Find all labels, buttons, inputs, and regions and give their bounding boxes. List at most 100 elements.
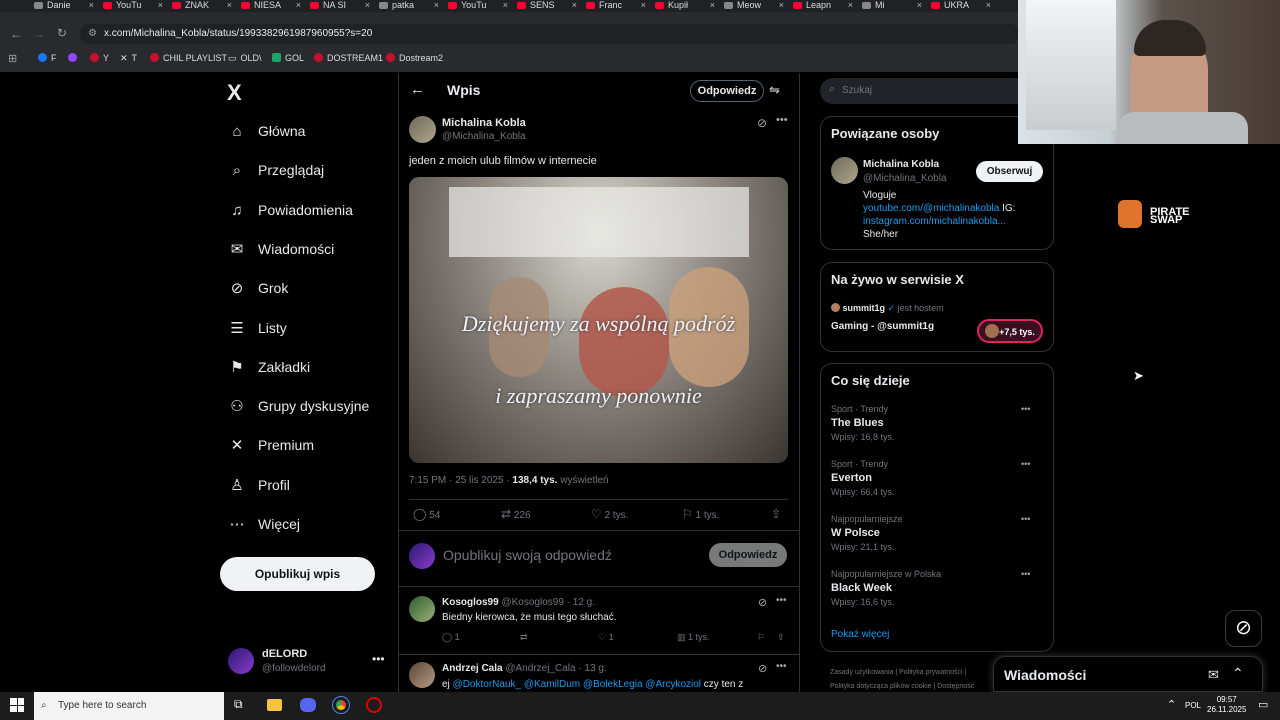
nav-item-search[interactable]: ⌕ Przeglądaj xyxy=(228,158,324,182)
bookmark-f[interactable]: F xyxy=(38,53,57,63)
close-tab-icon[interactable]: × xyxy=(779,0,784,11)
live-card[interactable]: Na żywo w serwisie X summit1g ✓ jest hos… xyxy=(820,262,1054,352)
site-info-icon[interactable]: ⚙ xyxy=(88,24,97,44)
trend-item[interactable]: Najpopularniejsze w Polska Black Week Wpis… xyxy=(831,569,1045,615)
forward-icon[interactable]: → xyxy=(33,27,45,41)
author-avatar[interactable] xyxy=(409,116,436,143)
author-handle[interactable]: @Michalina_Kobla xyxy=(442,131,526,142)
close-tab-icon[interactable]: × xyxy=(158,0,163,11)
more-icon[interactable]: ••• xyxy=(776,114,788,126)
close-tab-icon[interactable]: × xyxy=(917,0,922,11)
related-name[interactable]: Michalina Kobla xyxy=(863,159,939,170)
nav-item-grok[interactable]: ⊘ Grok xyxy=(228,276,289,300)
grok-float-button[interactable]: ⊘ xyxy=(1225,610,1262,647)
language-indicator[interactable]: POL xyxy=(1185,701,1201,710)
browser-tab[interactable]: patka × xyxy=(379,0,439,12)
chrome-icon[interactable] xyxy=(332,696,350,714)
close-tab-icon[interactable]: × xyxy=(503,0,508,11)
nav-item-bell[interactable]: ♫ Powiadomienia xyxy=(228,198,353,222)
back-arrow-icon[interactable]: ← xyxy=(410,81,425,98)
messages-dock[interactable]: Wiadomości ✉ ⌃ xyxy=(993,656,1263,692)
close-tab-icon[interactable]: × xyxy=(434,0,439,11)
close-tab-icon[interactable]: × xyxy=(89,0,94,11)
show-more-link[interactable]: Pokaż więcej xyxy=(831,629,889,640)
reply-author[interactable]: Andrzej Cala xyxy=(442,663,503,674)
bio-link[interactable]: youtube.com/@michalinakobla xyxy=(863,203,999,214)
discord-icon[interactable] xyxy=(300,698,316,712)
close-tab-icon[interactable]: × xyxy=(227,0,232,11)
nav-item-people[interactable]: ⚇ Grupy dyskusyjne xyxy=(228,394,369,418)
bio-link[interactable]: instagram.com/michalinakobla... xyxy=(863,215,1053,228)
post-button[interactable]: Opublikuj wpis xyxy=(220,557,375,591)
reply-avatar[interactable] xyxy=(409,662,435,688)
share-icon[interactable]: ⇪ xyxy=(777,632,785,643)
reply-input[interactable]: Opublikuj swoją odpowiedź xyxy=(443,547,612,563)
browser-tab[interactable]: Mi × xyxy=(862,0,922,12)
repost-action[interactable]: ⇄ xyxy=(520,632,528,643)
more-icon[interactable]: ••• xyxy=(1021,514,1030,524)
bookmark-y[interactable]: Y xyxy=(90,53,109,63)
more-icon[interactable]: ••• xyxy=(372,652,385,666)
browser-tab[interactable]: Leapn × xyxy=(793,0,853,12)
more-icon[interactable]: ••• xyxy=(776,595,787,606)
bookmark-old[interactable]: ▭ OLD\ xyxy=(228,53,262,64)
reply-action[interactable]: ◯ 1 xyxy=(442,632,460,643)
task-view-icon[interactable]: ⧉ xyxy=(234,697,243,712)
close-tab-icon[interactable]: × xyxy=(986,0,991,11)
nav-item-bookmark[interactable]: ⚑ Zakładki xyxy=(228,355,310,379)
follow-button[interactable]: Obserwuj xyxy=(976,161,1043,182)
browser-tab[interactable]: NA SI × xyxy=(310,0,370,12)
browser-tab[interactable]: YouTu × xyxy=(103,0,163,12)
reply-action[interactable]: ◯ 54 xyxy=(413,507,440,521)
browser-tab[interactable]: NIESA × xyxy=(241,0,301,12)
close-tab-icon[interactable]: × xyxy=(710,0,715,11)
reply-submit-button[interactable]: Odpowiedz xyxy=(709,543,787,567)
listeners-badge[interactable]: +7,5 tys. xyxy=(977,319,1043,343)
like-action[interactable]: ♡ 1 xyxy=(598,632,614,643)
more-icon[interactable]: ••• xyxy=(1021,569,1030,579)
trend-item[interactable]: Sport · Trendy The Blues Wpisy: 16,8 tys. •… xyxy=(831,404,1045,450)
close-tab-icon[interactable]: × xyxy=(365,0,370,11)
bookmark-chil[interactable]: CHIL PLAYLIST xyxy=(150,53,227,63)
bookmark-twitch[interactable] xyxy=(68,53,81,63)
reply-author[interactable]: Kosoglos99 xyxy=(442,597,499,608)
nav-item-mail[interactable]: ✉ Wiadomości xyxy=(228,237,335,261)
clock[interactable]: 09:57 26.11.2025 xyxy=(1207,695,1246,715)
more-icon[interactable]: ••• xyxy=(1021,459,1030,469)
post-timestamp[interactable]: 7:15 PM · 25 lis 2025 · xyxy=(409,475,512,486)
notification-icon[interactable]: ▭ xyxy=(1258,698,1268,711)
bookmark-icon[interactable]: ⚐ xyxy=(757,632,765,643)
expand-icon[interactable]: ⌃ xyxy=(1232,665,1244,682)
apps-icon[interactable]: ⊞ xyxy=(8,52,17,65)
close-tab-icon[interactable]: × xyxy=(848,0,853,11)
reply-top-button[interactable]: Odpowiedz xyxy=(690,80,764,102)
browser-tab[interactable]: SENS × xyxy=(517,0,577,12)
browser-tab[interactable]: Franc × xyxy=(586,0,646,12)
browser-tab[interactable]: YouTu × xyxy=(448,0,508,12)
grok-icon[interactable]: ⊘ xyxy=(758,596,767,609)
tray-chevron-icon[interactable]: ⌃ xyxy=(1167,698,1176,711)
like-action[interactable]: ♡ 2 tys. xyxy=(591,507,628,521)
close-tab-icon[interactable]: × xyxy=(641,0,646,11)
new-message-icon[interactable]: ✉ xyxy=(1208,667,1219,683)
x-logo[interactable]: X xyxy=(227,80,242,106)
related-avatar[interactable] xyxy=(831,157,858,184)
footer-line[interactable]: Zasady użytkowania | Polityka prywatnośc… xyxy=(830,666,974,680)
nav-item-home[interactable]: ⌂ Główna xyxy=(228,119,305,143)
bookmark-dostream1[interactable]: DOSTREAM1 xyxy=(314,53,383,63)
reload-icon[interactable]: ↻ xyxy=(57,26,67,40)
nav-item-x-premium[interactable]: ✕ Premium xyxy=(228,433,314,457)
back-icon[interactable]: ← xyxy=(10,27,22,41)
bookmark-gol[interactable]: GOL xyxy=(272,53,304,63)
reply-avatar[interactable] xyxy=(409,596,435,622)
reply-item[interactable]: Andrzej Cala @Andrzej_Cala · 13 g. ⊘ •••… xyxy=(409,660,789,692)
filter-icon[interactable]: ⇋ xyxy=(769,82,780,98)
browser-tab[interactable]: Danie × xyxy=(34,0,94,12)
windows-start-icon[interactable] xyxy=(10,698,24,712)
browser-tab[interactable]: ZNAK × xyxy=(172,0,232,12)
close-tab-icon[interactable]: × xyxy=(572,0,577,11)
nav-item-list[interactable]: ☰ Listy xyxy=(228,316,287,340)
reply-item[interactable]: Kosoglos99 @Kosoglos99 · 12 g. ⊘ ••• Bie… xyxy=(409,594,789,650)
bookmark-dostream2[interactable]: Dostream2 xyxy=(386,53,443,63)
trend-item[interactable]: Sport · Trendy Everton Wpisy: 66,4 tys. ••• xyxy=(831,459,1045,505)
